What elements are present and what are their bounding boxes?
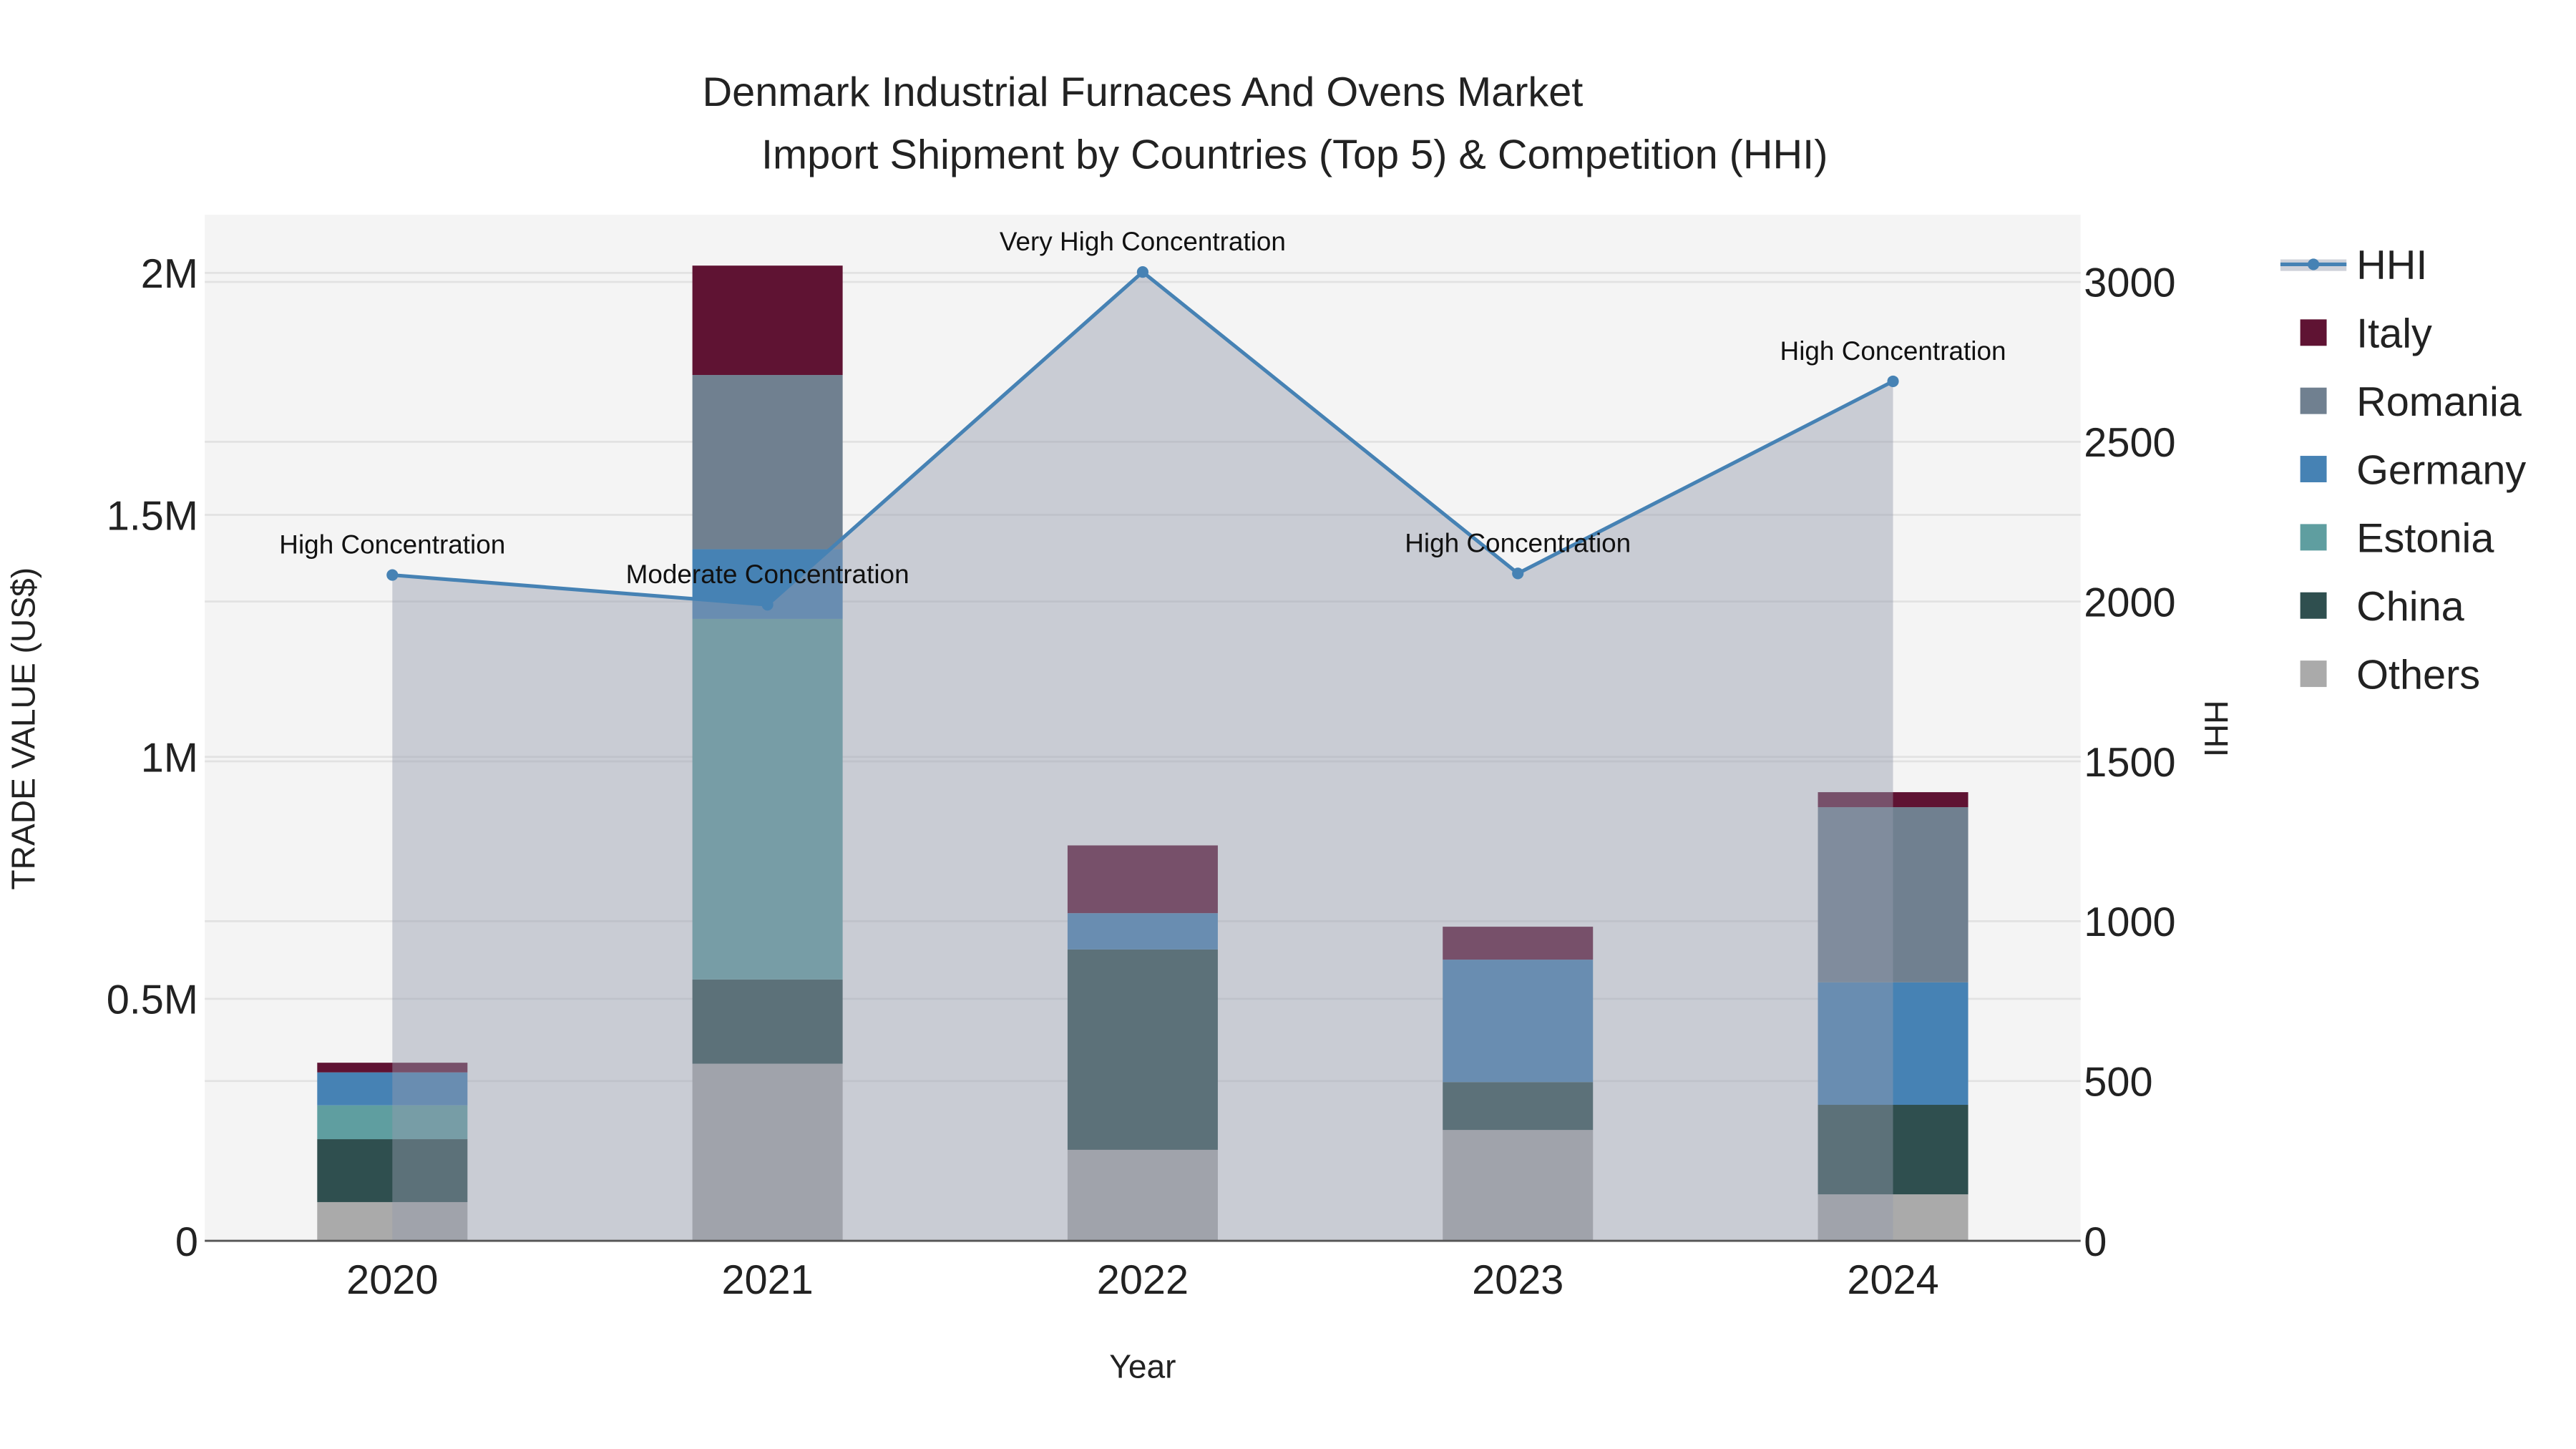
chart-subtitle: Import Shipment by Countries (Top 5) & C… [761,132,1828,178]
y2-tick-label: 0 [2084,1219,2107,1265]
x-axis-title: Year [1109,1348,1176,1385]
x-tick-label: 2021 [721,1257,813,1303]
y-tick-label: 0.5M [107,977,198,1023]
legend-hhi-marker [2308,258,2320,270]
legend-label-china: China [2356,584,2465,630]
x-tick-label: 2024 [1847,1257,1938,1303]
legend-swatch-romania [2300,387,2327,414]
bar-romania-2021 [692,375,843,550]
y-tick-label: 1M [141,735,198,781]
y-tick-label: 1.5M [107,493,198,539]
hhi-point-2024 [1887,375,1899,387]
legend-swatch-germany [2300,456,2327,482]
legend: HHI Italy Romania Germany Estonia China Others [2280,243,2526,698]
hhi-annotation: High Concentration [1405,528,1631,557]
y2-tick-label: 2000 [2084,580,2175,625]
hhi-annotation: High Concentration [279,530,505,560]
legend-swatch-others [2300,660,2327,688]
hhi-annotation: Moderate Concentration [626,560,909,589]
hhi-point-2023 [1512,567,1524,580]
x-tick-label: 2020 [346,1257,438,1303]
y2-tick-label: 500 [2084,1059,2152,1105]
y2-tick-label: 1000 [2084,899,2175,945]
y2-tick-label: 2500 [2084,420,2175,466]
legend-label-others: Others [2356,652,2480,698]
hhi-point-2022 [1136,266,1148,278]
bar-italy-2021 [692,265,843,376]
x-tick-label: 2023 [1472,1257,1563,1303]
legend-label-italy: Italy [2356,311,2432,357]
hhi-annotation: Very High Concentration [1000,227,1286,256]
hhi-point-2020 [386,569,399,581]
y-tick-label: 2M [141,251,198,297]
y-axis-title: TRADE VALUE (US$) [4,567,42,890]
legend-swatch-china [2300,592,2327,619]
hhi-annotation: High Concentration [1780,336,2006,366]
y2-axis-title: HHI [2197,701,2235,758]
legend-label-hhi: HHI [2356,243,2427,288]
y2-tick-label: 1500 [2084,740,2175,786]
legend-label-romania: Romania [2356,379,2522,425]
legend-label-estonia: Estonia [2356,516,2494,562]
legend-label-germany: Germany [2356,447,2526,493]
legend-swatch-estonia [2300,524,2327,551]
x-tick-label: 2022 [1097,1257,1189,1303]
chart-title: Denmark Industrial Furnaces And Ovens Ma… [703,69,1584,115]
y-tick-label: 0 [175,1219,198,1265]
legend-swatch-italy [2300,319,2327,346]
chart: High Concentration Moderate Concentration… [4,69,2526,1385]
y2-tick-label: 3000 [2084,260,2175,306]
hhi-point-2021 [761,599,774,611]
